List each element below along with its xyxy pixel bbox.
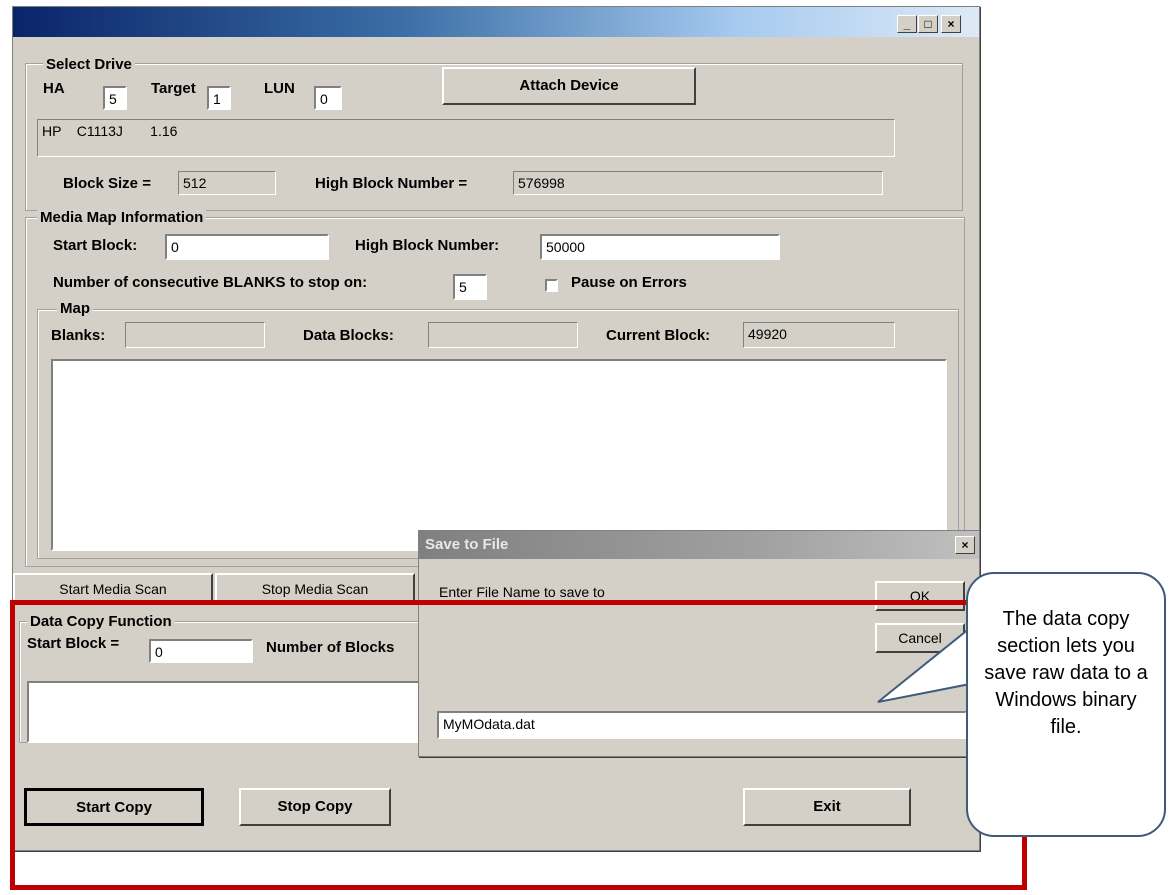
minimize-button[interactable]: _ (897, 15, 917, 33)
high-block-label: High Block Number = (315, 175, 468, 192)
map-start-block-label: Start Block: (53, 237, 138, 254)
map-high-block-label: High Block Number: (355, 237, 500, 254)
callout-bubble: The data copy section lets you save raw … (966, 572, 1166, 837)
ha-input[interactable]: 5 (103, 86, 127, 110)
minimize-icon: _ (903, 17, 911, 31)
maximize-button[interactable]: □ (918, 15, 938, 33)
window-titlebar[interactable] (13, 7, 979, 37)
blanks-stop-input[interactable]: 5 (453, 274, 487, 300)
close-icon: × (961, 538, 969, 552)
close-button[interactable]: × (941, 15, 961, 33)
high-block-display: 576998 (513, 171, 883, 195)
target-label: Target (151, 80, 196, 97)
pause-on-errors-label: Pause on Errors (571, 274, 687, 291)
block-size-label: Block Size = (63, 175, 151, 192)
map-start-block-input[interactable]: 0 (165, 234, 329, 260)
dialog-title: Save to File (419, 531, 979, 559)
select-drive-legend: Select Drive (43, 56, 135, 73)
blanks-stop-label: Number of consecutive BLANKS to stop on: (53, 274, 368, 291)
current-block-label: Current Block: (606, 327, 711, 344)
lun-label: LUN (264, 80, 295, 97)
map-legend: Map (57, 300, 93, 317)
map-high-block-input[interactable]: 50000 (540, 234, 780, 260)
current-block-display: 49920 (743, 322, 895, 348)
media-map-legend: Media Map Information (37, 209, 207, 226)
data-blocks-label: Data Blocks: (303, 327, 394, 344)
lun-input[interactable]: 0 (314, 86, 342, 110)
dialog-prompt: Enter File Name to save to (439, 584, 605, 600)
maximize-icon: □ (924, 17, 932, 31)
target-input[interactable]: 1 (207, 86, 231, 110)
callout-tail (877, 625, 971, 703)
ha-label: HA (43, 80, 65, 97)
block-size-display: 512 (178, 171, 276, 195)
blanks-display (125, 322, 265, 348)
attach-device-button[interactable]: Attach Device (442, 67, 696, 105)
device-info-display: HP C1113J 1.16 (37, 119, 895, 157)
map-display-area (51, 359, 947, 551)
close-icon: × (947, 17, 955, 31)
callout-seam (968, 630, 974, 686)
data-blocks-display (428, 322, 578, 348)
dialog-close-button[interactable]: × (955, 536, 975, 554)
pause-on-errors-checkbox[interactable] (545, 279, 558, 292)
blanks-label: Blanks: (51, 327, 106, 344)
